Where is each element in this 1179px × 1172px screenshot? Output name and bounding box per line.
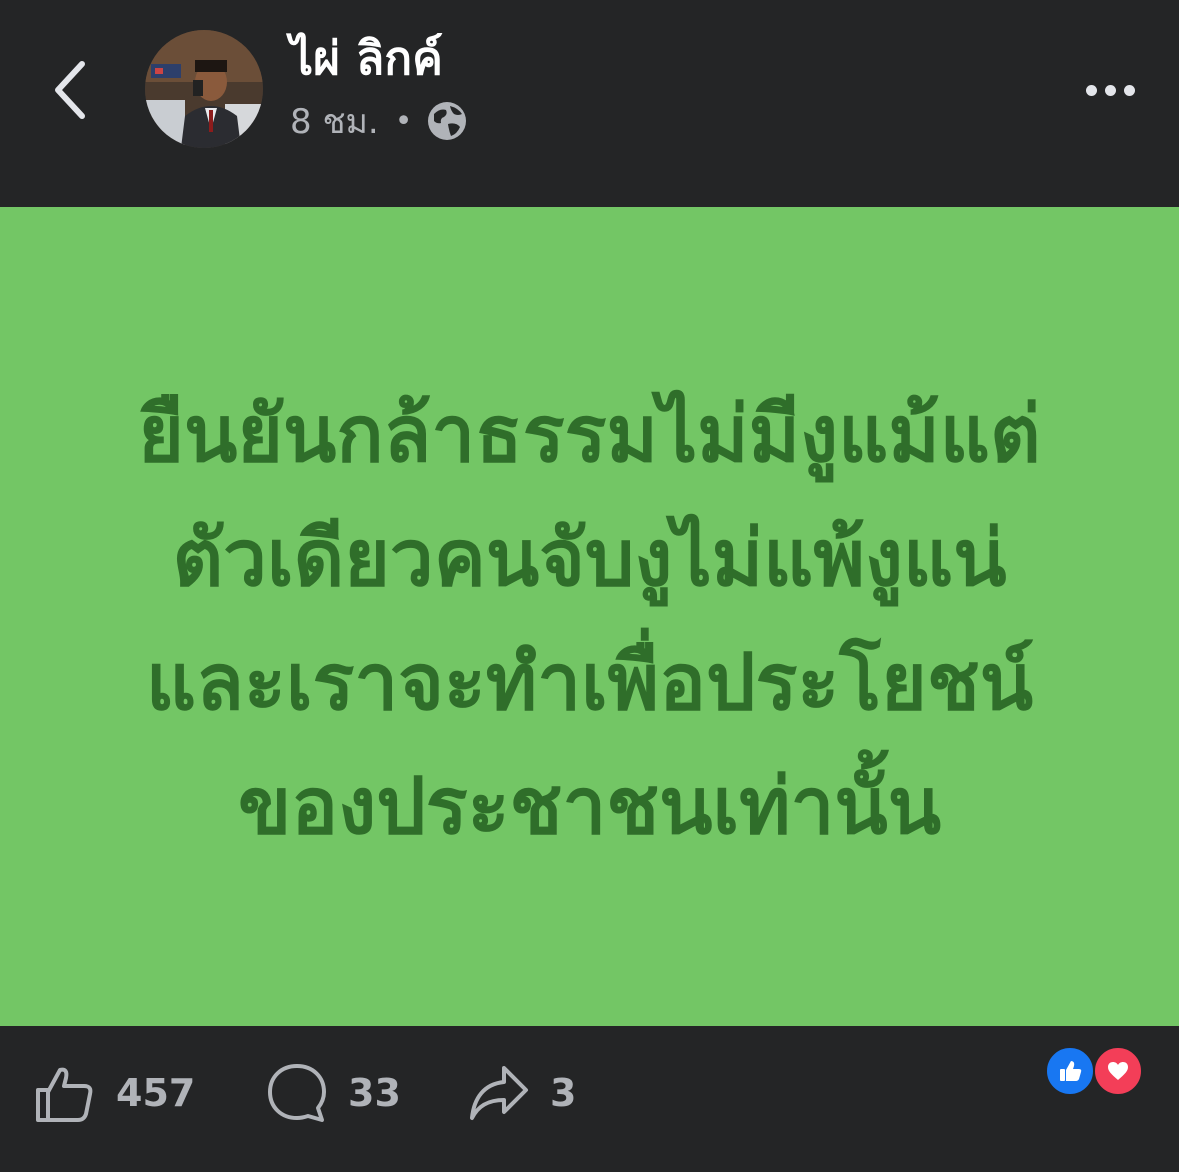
action-bar: 457 33 3 — [0, 1026, 1179, 1172]
comment-bubble-icon — [268, 1064, 326, 1122]
share-button[interactable]: 3 — [468, 1062, 576, 1124]
reaction-summary[interactable] — [1045, 1046, 1155, 1096]
post-time[interactable]: 8 ชม. — [290, 94, 379, 148]
post-text-line: ตัวเดียวคนจับงูไม่แพ้งูแน่ — [172, 513, 1007, 604]
like-button[interactable]: 457 — [34, 1062, 195, 1124]
post-header: ไผ่ ลิกค์ 8 ชม. • — [0, 0, 1179, 207]
comment-count: 33 — [348, 1071, 401, 1115]
avatar[interactable] — [145, 30, 263, 148]
thumbs-up-icon — [36, 1067, 93, 1122]
more-options-button[interactable] — [1070, 62, 1150, 118]
post-text-line: ของประชาชนเท่านั้น — [237, 761, 942, 852]
meta-separator: • — [394, 103, 413, 139]
love-reaction-icon — [1093, 1046, 1143, 1096]
like-count: 457 — [116, 1071, 196, 1115]
more-dot — [1104, 84, 1116, 96]
author-name[interactable]: ไผ่ ลิกค์ — [290, 28, 443, 88]
post-content[interactable]: ยืนยันกล้าธรรมไม่มีงูแม้แต่ ตัวเดียวคนจั… — [0, 207, 1179, 1026]
post-text-line: ยืนยันกล้าธรรมไม่มีงูแม้แต่ — [138, 389, 1041, 480]
post-text: ยืนยันกล้าธรรมไม่มีงูแม้แต่ ตัวเดียวคนจั… — [60, 365, 1120, 869]
chevron-left-icon — [55, 61, 85, 119]
avatar-photo — [145, 30, 263, 148]
comment-button[interactable]: 33 — [266, 1062, 401, 1124]
post-text-line: และเราจะทำเพื่อประโยชน์ — [145, 637, 1034, 728]
more-horizontal-icon — [1085, 84, 1097, 96]
next-content-strip — [0, 1158, 1179, 1172]
more-dot — [1123, 84, 1135, 96]
back-button[interactable] — [40, 50, 100, 130]
share-count: 3 — [550, 1071, 577, 1115]
globe-icon[interactable] — [426, 100, 468, 142]
like-reaction-icon — [1045, 1046, 1095, 1096]
post-meta: 8 ชม. • — [290, 98, 468, 144]
share-arrow-icon — [470, 1066, 528, 1120]
